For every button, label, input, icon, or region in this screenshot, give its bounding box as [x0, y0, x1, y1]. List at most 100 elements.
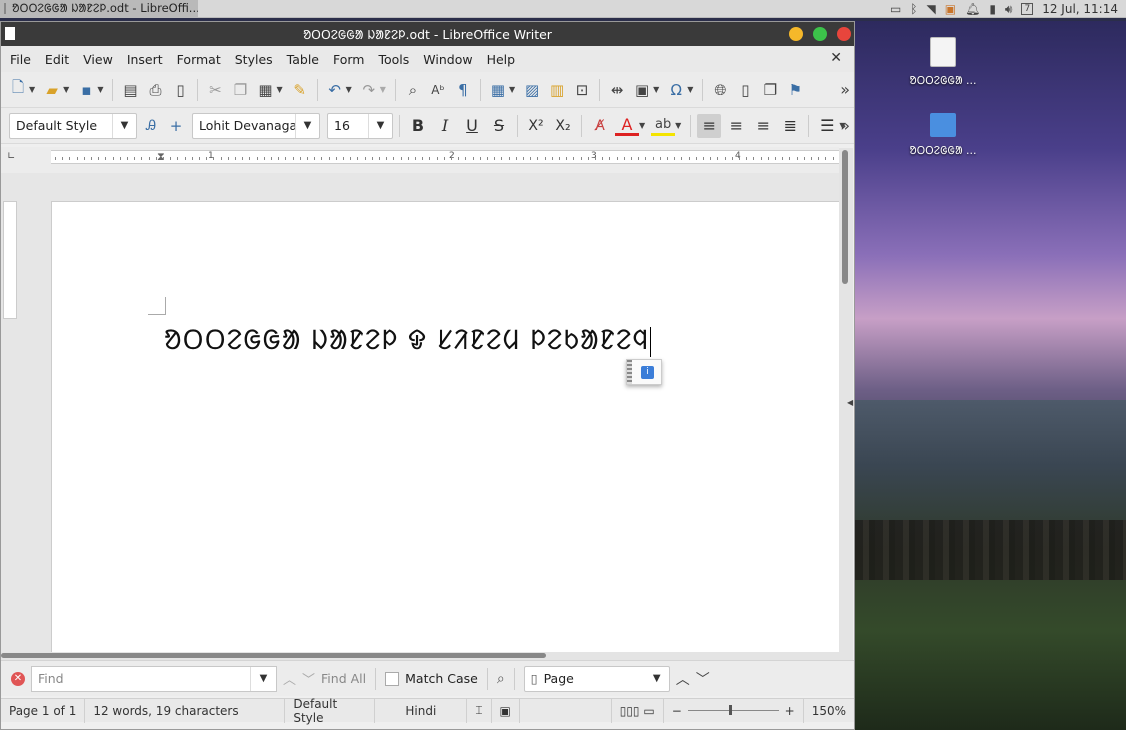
- print-preview-icon[interactable]: ▯: [169, 79, 191, 101]
- zoom-level[interactable]: 150%: [804, 699, 854, 723]
- print-icon[interactable]: ⎙: [144, 79, 166, 101]
- chevron-down-icon[interactable]: ▼: [645, 667, 669, 691]
- horizontal-scrollbar-thumb[interactable]: [1, 653, 546, 658]
- font-size-select[interactable]: 16 ▼: [327, 112, 393, 139]
- chevron-down-icon[interactable]: ▼: [112, 113, 136, 138]
- menu-styles[interactable]: Styles: [228, 52, 280, 67]
- tab-stop-selector-icon[interactable]: ∟: [7, 151, 15, 162]
- find-all-button[interactable]: Find All: [321, 671, 366, 686]
- navigate-up-icon[interactable]: ︿: [676, 669, 690, 689]
- toolbar-overflow-icon[interactable]: »: [840, 80, 850, 99]
- zoom-track[interactable]: [687, 705, 779, 715]
- insert-textbox-icon[interactable]: ⊡: [571, 79, 593, 101]
- footnote-icon[interactable]: ▯: [734, 79, 756, 101]
- highlight-dropdown-icon[interactable]: ▼: [675, 121, 681, 130]
- formatting-marks-icon[interactable]: ¶: [452, 79, 474, 101]
- insert-image-icon[interactable]: ▨: [521, 79, 543, 101]
- close-document-icon[interactable]: ✕: [830, 50, 842, 66]
- page-break-icon[interactable]: ⇹: [606, 79, 628, 101]
- open-folder-icon[interactable]: ▰: [41, 79, 63, 101]
- battery-icon[interactable]: ▮: [989, 2, 996, 16]
- menu-edit[interactable]: Edit: [38, 52, 76, 67]
- menu-help[interactable]: Help: [480, 52, 523, 67]
- underline-icon[interactable]: U: [460, 114, 484, 138]
- desktop-folder-icon[interactable]: ᱚᱛᱛᱮᱜᱜᱟ ...: [903, 109, 983, 158]
- menu-format[interactable]: Format: [170, 52, 228, 67]
- document-text[interactable]: ᱚᱛᱛᱮᱜᱜᱟ ᱡᱟᱱᱮᱞ ᱫ ᱥᱤᱱᱮᱢ ᱞᱮᱠᱟᱱᱮᱧ: [164, 320, 652, 357]
- bluetooth-icon[interactable]: ᛒ: [910, 2, 917, 16]
- view-layout-icons[interactable]: ▯▯▯ ▭: [612, 698, 664, 723]
- page-count[interactable]: Page 1 of 1: [1, 698, 86, 723]
- new-style-icon[interactable]: +: [165, 115, 187, 137]
- document-modified-icon[interactable]: ▣: [492, 698, 520, 723]
- undo-dropdown-icon[interactable]: ▼: [346, 85, 352, 94]
- special-character-icon[interactable]: Ω: [665, 79, 687, 101]
- document-area[interactable]: ᱚᱛᱛᱮᱜᱜᱟ ᱡᱟᱱᱮᱞ ᱫ ᱥᱤᱱᱮᱢ ᱞᱮᱠᱟᱱᱮᱧ i: [1, 173, 839, 652]
- italic-icon[interactable]: I: [433, 114, 457, 138]
- calendar-icon[interactable]: 7: [1021, 3, 1034, 15]
- new-document-icon[interactable]: 🗋︎: [7, 78, 29, 101]
- insert-mode-icon[interactable]: ⌶: [467, 698, 492, 723]
- menu-table[interactable]: Table: [280, 52, 326, 67]
- paste-icon[interactable]: ▦: [254, 79, 276, 101]
- autocorrect-popup[interactable]: i: [626, 359, 662, 385]
- save-icon[interactable]: ▪: [75, 79, 97, 101]
- find-previous-icon[interactable]: ︿: [283, 669, 296, 688]
- search-scope-select[interactable]: ▯ Page ▼: [523, 665, 670, 692]
- new-dropdown-icon[interactable]: ▼: [29, 85, 35, 94]
- document-page[interactable]: ᱚᱛᱛᱮᱜᱜᱟ ᱡᱟᱱᱮᱞ ᱫ ᱥᱤᱱᱮᱢ ᱞᱮᱠᱟᱱᱮᱧ i: [51, 201, 839, 652]
- copy-icon[interactable]: ❐: [229, 79, 251, 101]
- comment-icon[interactable]: ❐: [759, 79, 781, 101]
- volume-icon[interactable]: 🔊︎: [1005, 2, 1013, 17]
- redo-icon[interactable]: ↷: [358, 79, 380, 101]
- close-find-icon[interactable]: ✕: [11, 671, 25, 686]
- line-spacing-icon[interactable]: ☰: [815, 114, 839, 138]
- cut-icon[interactable]: ✂: [204, 79, 226, 101]
- window-titlebar[interactable]: ᱚᱛᱛᱮᱜᱜᱟ ᱡᱟᱱᱮᱞ.odt - LibreOffice Writer: [1, 22, 854, 46]
- open-dropdown-icon[interactable]: ▼: [63, 85, 69, 94]
- vertical-scrollbar[interactable]: ◀: [839, 148, 853, 660]
- horizontal-scrollbar[interactable]: [1, 652, 839, 660]
- navigate-down-icon[interactable]: ﹀: [696, 669, 710, 689]
- wifi-icon[interactable]: ◥: [927, 2, 936, 16]
- info-icon[interactable]: i: [641, 366, 654, 379]
- hyperlink-icon[interactable]: 🌐︎: [709, 79, 731, 101]
- toolbar-overflow-icon[interactable]: »: [840, 116, 850, 135]
- align-center-icon[interactable]: ≡: [724, 114, 748, 138]
- insert-table-icon[interactable]: ▦: [487, 79, 509, 101]
- menu-view[interactable]: View: [76, 52, 120, 67]
- clear-formatting-icon[interactable]: A̸: [588, 114, 612, 138]
- vertical-scrollbar-thumb[interactable]: [842, 150, 848, 284]
- zoom-in-icon[interactable]: +: [785, 704, 795, 718]
- taskbar-window-button[interactable]: ᱚᱛᱛᱮᱜᱜᱟ ᱡᱟᱱᱮᱞ.odt - LibreOffi...: [0, 0, 198, 18]
- chevron-down-icon[interactable]: ▼: [250, 666, 276, 691]
- screenshot-icon[interactable]: ▭: [890, 2, 901, 16]
- minimize-button[interactable]: [789, 27, 803, 41]
- field-dropdown-icon[interactable]: ▼: [653, 85, 659, 94]
- insert-field-icon[interactable]: ▣: [631, 79, 653, 101]
- sidebar-expand-icon[interactable]: ◀: [847, 398, 853, 407]
- strikethrough-icon[interactable]: S: [487, 114, 511, 138]
- find-replace-icon[interactable]: ⌕: [497, 671, 505, 687]
- find-next-icon[interactable]: ﹀: [302, 669, 315, 688]
- subscript-icon[interactable]: X₂: [551, 114, 575, 138]
- clock[interactable]: 12 Jul, 11:14: [1042, 2, 1118, 16]
- superscript-icon[interactable]: X²: [524, 114, 548, 138]
- undo-icon[interactable]: ↶: [324, 79, 346, 101]
- find-input[interactable]: Find ▼: [31, 665, 277, 692]
- highlight-icon[interactable]: ab: [651, 116, 676, 136]
- justify-icon[interactable]: ≣: [778, 114, 802, 138]
- paragraph-style-select[interactable]: Default Style ▼: [9, 112, 137, 139]
- save-dropdown-icon[interactable]: ▼: [97, 85, 103, 94]
- zoom-handle[interactable]: [728, 705, 732, 715]
- menu-window[interactable]: Window: [416, 52, 479, 67]
- close-button[interactable]: [837, 27, 851, 41]
- update-style-icon[interactable]: Ꭿ: [140, 115, 162, 137]
- word-count[interactable]: 12 words, 19 characters: [85, 698, 286, 723]
- bold-icon[interactable]: B: [406, 114, 430, 138]
- menu-insert[interactable]: Insert: [120, 52, 170, 67]
- insert-chart-icon[interactable]: ▥: [546, 79, 568, 101]
- track-changes-icon[interactable]: ⚑: [784, 79, 806, 101]
- font-name-select[interactable]: Lohit Devanaga ▼: [192, 112, 320, 139]
- spelling-icon[interactable]: Aᵇ: [427, 79, 449, 101]
